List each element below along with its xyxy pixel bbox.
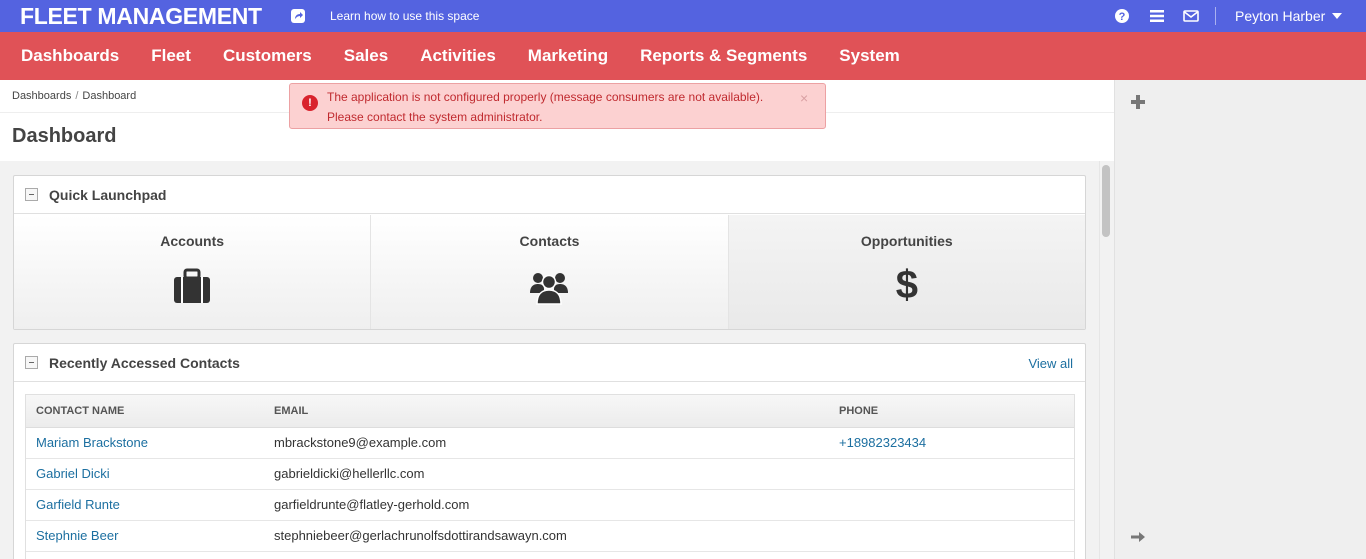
launch-accounts[interactable]: Accounts <box>14 215 372 329</box>
list-icon[interactable] <box>1149 8 1165 24</box>
users-icon <box>530 273 569 305</box>
nav-item-reports-segments[interactable]: Reports & Segments <box>624 46 823 66</box>
svg-text:?: ? <box>1119 11 1126 23</box>
view-all-link[interactable]: View all <box>1028 356 1073 371</box>
breadcrumb: Dashboards / Dashboard <box>12 90 136 102</box>
nav-item-marketing[interactable]: Marketing <box>512 46 624 66</box>
table-row[interactable]: Gabriel Dicki gabrieldicki@hellerllc.com <box>26 458 1074 490</box>
launch-label: Opportunities <box>860 233 953 249</box>
contacts-table: CONTACT NAME EMAIL PHONE Mariam Bracksto… <box>25 394 1075 559</box>
breadcrumb-item-dashboard: Dashboard <box>82 90 137 102</box>
column-header-contact-name[interactable]: CONTACT NAME <box>26 395 264 428</box>
user-menu[interactable]: Peyton Harber <box>1235 8 1325 24</box>
topbar-separator <box>1215 7 1216 25</box>
panel-title: Recently Accessed Contacts <box>49 355 240 371</box>
help-icon[interactable]: ? <box>1114 8 1130 24</box>
app-brand[interactable]: FLEET MANAGEMENT <box>20 3 262 30</box>
panel-title: Quick Launchpad <box>49 187 167 203</box>
phone-cell <box>829 489 1074 521</box>
table-row[interactable] <box>26 551 1074 559</box>
breadcrumb-item-dashboards[interactable]: Dashboards <box>12 90 71 102</box>
scrollbar-thumb[interactable] <box>1102 165 1110 237</box>
panel-header: Recently Accessed Contacts View all <box>14 344 1085 382</box>
email-cell: mbrackstone9@example.com <box>264 427 829 459</box>
contact-name-cell[interactable] <box>26 551 264 559</box>
top-bar: FLEET MANAGEMENT Learn how to use this s… <box>0 0 1366 32</box>
recent-contacts-panel: Recently Accessed Contacts View all CONT… <box>13 343 1086 559</box>
table-row[interactable]: Stephnie Beer stephniebeer@gerlachrunolf… <box>26 520 1074 552</box>
nav-item-activities[interactable]: Activities <box>404 46 512 66</box>
contact-name-cell[interactable]: Gabriel Dicki <box>26 458 264 490</box>
email-cell: stephniebeer@gerlachrunolfsdottirandsawa… <box>264 520 829 552</box>
panel-header: Quick Launchpad <box>14 176 1085 214</box>
table-row[interactable]: Mariam Brackstone mbrackstone9@example.c… <box>26 427 1074 459</box>
contact-name-cell[interactable]: Garfield Runte <box>26 489 264 521</box>
email-cell: gabrieldicki@hellerllc.com <box>264 458 829 490</box>
nav-item-system[interactable]: System <box>823 46 915 66</box>
plus-icon[interactable] <box>1131 95 1145 109</box>
collapse-button[interactable] <box>25 356 38 369</box>
launch-label: Accounts <box>160 233 225 249</box>
quick-launchpad-panel: Quick Launchpad Accounts Contacts Opport… <box>13 175 1086 330</box>
main-nav: Dashboards Fleet Customers Sales Activit… <box>0 32 1366 80</box>
alert-message: The application is not configured proper… <box>327 90 764 124</box>
launchpad-row: Accounts Contacts Opportunities $ <box>14 215 1085 329</box>
nav-item-fleet[interactable]: Fleet <box>135 46 207 66</box>
page-title: Dashboard <box>12 125 117 147</box>
column-header-email[interactable]: EMAIL <box>264 395 829 428</box>
contact-name-cell[interactable]: Stephnie Beer <box>26 520 264 552</box>
close-icon[interactable]: × <box>800 88 808 108</box>
mail-icon[interactable] <box>1183 8 1199 24</box>
caret-down-icon[interactable] <box>1332 13 1342 19</box>
collapse-button[interactable] <box>25 188 38 201</box>
contact-name-cell[interactable]: Mariam Brackstone <box>26 427 264 459</box>
phone-cell <box>829 520 1074 552</box>
arrow-right-icon[interactable] <box>1130 529 1146 545</box>
dollar-icon: $ <box>895 263 918 307</box>
phone-cell <box>829 458 1074 490</box>
email-cell: garfieldrunte@flatley-gerhold.com <box>264 489 829 521</box>
breadcrumb-separator: / <box>75 90 79 102</box>
table-row[interactable]: Garfield Runte garfieldrunte@flatley-ger… <box>26 489 1074 521</box>
exclamation-icon: ! <box>302 95 318 111</box>
learn-link[interactable]: Learn how to use this space <box>330 9 479 23</box>
error-alert: ! The application is not configured prop… <box>289 83 826 129</box>
right-sidebar <box>1114 80 1366 559</box>
launch-contacts[interactable]: Contacts <box>371 215 729 329</box>
table-header-row: CONTACT NAME EMAIL PHONE <box>26 395 1074 428</box>
briefcase-icon <box>174 268 211 303</box>
main-content: Dashboards / Dashboard Dashboard Quick Lau… <box>0 80 1114 559</box>
column-header-phone[interactable]: PHONE <box>829 395 1074 428</box>
nav-item-sales[interactable]: Sales <box>328 46 404 66</box>
nav-item-dashboards[interactable]: Dashboards <box>5 46 135 66</box>
launch-opportunities[interactable]: Opportunities $ <box>728 215 1085 329</box>
phone-cell[interactable]: +18982323434 <box>829 427 1074 459</box>
launch-label: Contacts <box>519 233 580 249</box>
email-cell <box>264 551 829 559</box>
phone-cell <box>829 551 1074 559</box>
share-icon[interactable] <box>290 8 306 24</box>
nav-item-customers[interactable]: Customers <box>207 46 328 66</box>
